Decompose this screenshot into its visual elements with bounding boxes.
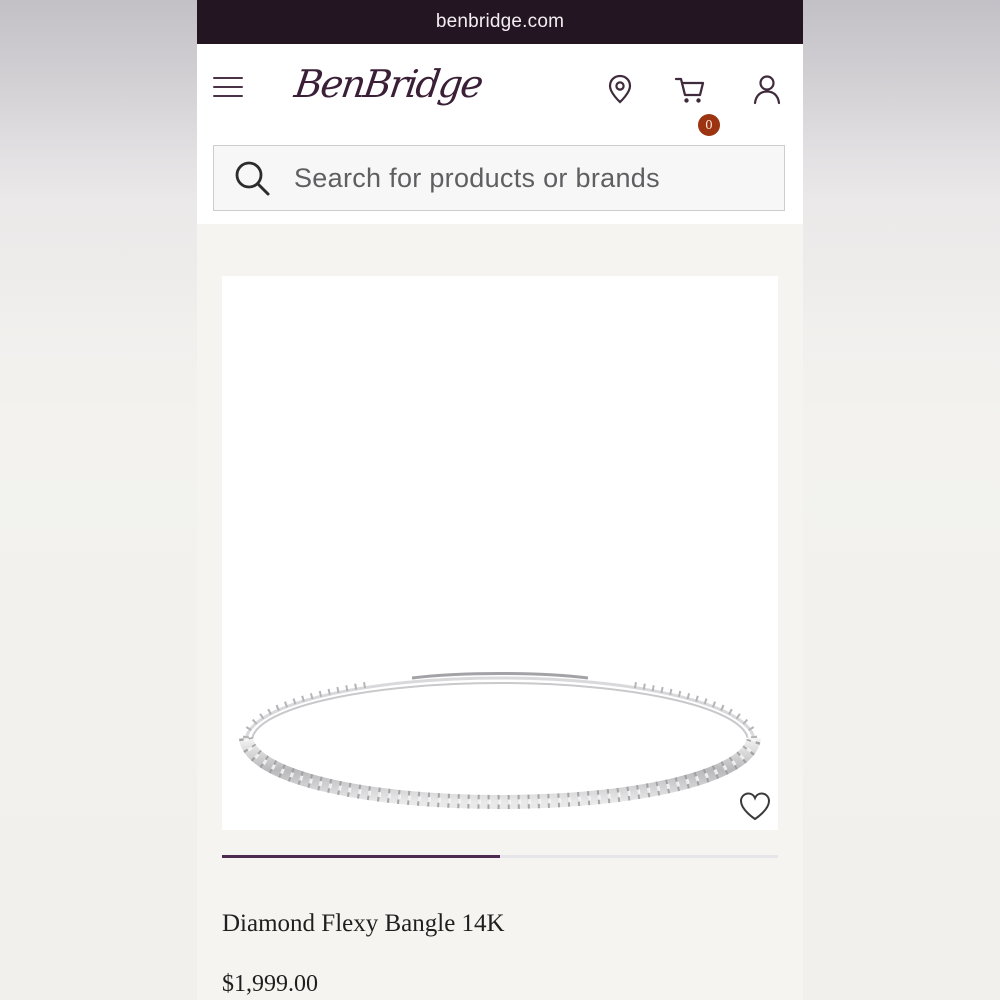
- mobile-page: benbridge.com BenBridge 0 Search for pro…: [197, 0, 803, 1000]
- location-pin-icon[interactable]: [603, 72, 637, 106]
- brand-logo[interactable]: BenBridge: [292, 62, 484, 106]
- menu-button[interactable]: [213, 77, 243, 99]
- cart-icon[interactable]: [673, 72, 707, 106]
- site-header: BenBridge 0: [197, 44, 803, 224]
- browser-url-bar[interactable]: benbridge.com: [197, 0, 803, 44]
- product-price: $1,999.00: [222, 971, 318, 997]
- background-left: [0, 0, 197, 1000]
- background-right: [803, 0, 1000, 1000]
- search-input[interactable]: [292, 161, 756, 195]
- menu-icon-line: [213, 86, 243, 88]
- carousel-progress-fill: [222, 855, 500, 858]
- url-text: benbridge.com: [435, 11, 565, 32]
- bangle-image: [239, 672, 761, 810]
- product-image[interactable]: [222, 276, 778, 830]
- search-bar[interactable]: [213, 145, 785, 211]
- heart-icon[interactable]: [738, 790, 772, 822]
- image-carousel-progress[interactable]: [222, 855, 778, 858]
- product-title: Diamond Flexy Bangle 14K: [222, 910, 505, 937]
- cart-count-badge: 0: [698, 114, 720, 136]
- search-icon[interactable]: [232, 158, 272, 198]
- logo-text: BenBridge: [291, 62, 485, 106]
- menu-icon-line: [213, 95, 243, 97]
- menu-icon-line: [213, 77, 243, 79]
- user-icon[interactable]: [750, 72, 784, 106]
